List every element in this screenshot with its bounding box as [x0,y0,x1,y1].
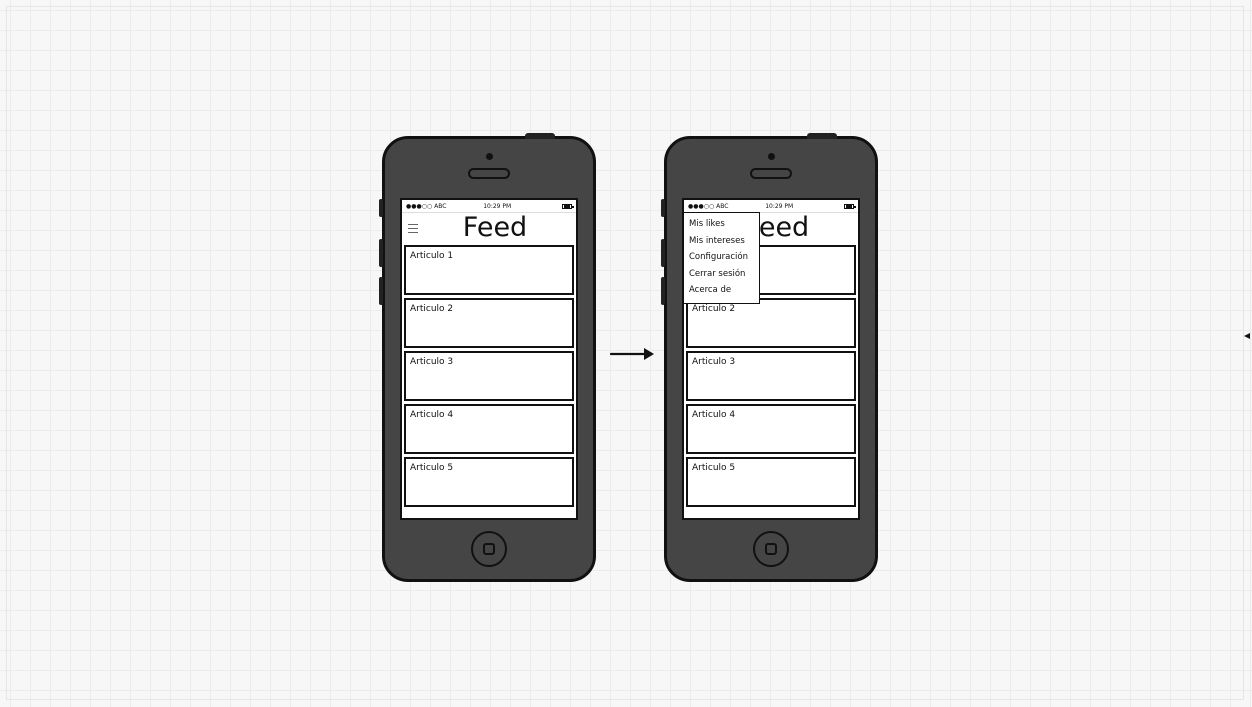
phone-feed: ●●●○○ ABC 10:29 PM Feed Articulo 1 Artic… [379,133,596,582]
article-card[interactable]: Articulo 2 [686,298,856,348]
volume-down-button [661,277,665,305]
flow-arrow-icon [610,348,654,360]
article-card[interactable]: Articulo 4 [686,404,856,454]
carrier-signal: ●●●○○ ABC [406,202,447,210]
article-card[interactable]: Articulo 3 [686,351,856,401]
front-camera [486,153,493,160]
article-card[interactable]: Articulo 5 [686,457,856,507]
volume-up-button [379,239,383,267]
article-card[interactable]: Articulo 1 [404,245,574,295]
article-card[interactable]: Articulo 2 [404,298,574,348]
mute-switch [379,199,383,217]
carrier-signal: ●●●○○ ABC [688,202,729,210]
page-title: Feed [462,212,528,243]
front-camera [768,153,775,160]
earpiece-speaker [750,168,792,179]
earpiece-speaker [468,168,510,179]
status-time: 10:29 PM [765,202,794,210]
menu-item-mis-intereses[interactable]: Mis intereses [684,233,759,250]
status-time: 10:29 PM [483,202,512,210]
phone-screen: ●●●○○ ABC 10:29 PM Feed Articulo 1 Artic… [400,198,578,520]
article-card[interactable]: Articulo 5 [404,457,574,507]
home-square-icon [483,543,495,555]
power-button [525,133,555,139]
side-menu-dropdown: Mis likes Mis intereses Configuración Ce… [684,212,760,304]
volume-down-button [379,277,383,305]
home-square-icon [765,543,777,555]
volume-up-button [661,239,665,267]
menu-item-mis-likes[interactable]: Mis likes [684,216,759,233]
mute-switch [661,199,665,217]
menu-item-configuracion[interactable]: Configuración [684,249,759,266]
article-card[interactable]: Articulo 4 [404,404,574,454]
menu-item-cerrar-sesion[interactable]: Cerrar sesión [684,266,759,283]
menu-item-acerca-de[interactable]: Acerca de [684,282,759,299]
article-list: Articulo 1 Articulo 2 Articulo 3 Articul… [402,243,576,507]
feed-header: Feed [402,213,576,243]
battery-icon [561,203,574,209]
phone-feed-menu-open: ●●●○○ ABC 10:29 PM Feed Articulo 1 Artic… [661,133,878,582]
home-button[interactable] [471,531,507,567]
home-button[interactable] [753,531,789,567]
power-button [807,133,837,139]
article-card[interactable]: Articulo 3 [404,351,574,401]
battery-icon [843,203,856,209]
offscreen-arrow-icon [1244,333,1250,339]
phone-screen: ●●●○○ ABC 10:29 PM Feed Articulo 1 Artic… [682,198,860,520]
